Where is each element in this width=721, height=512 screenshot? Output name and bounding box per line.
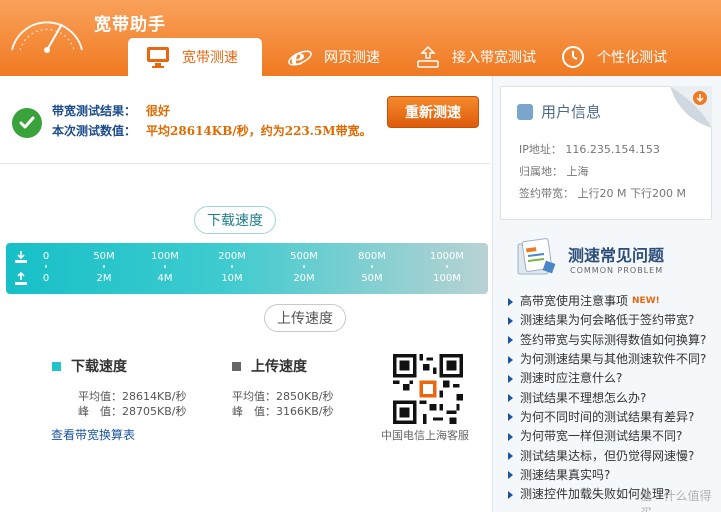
download-tick: 200M — [218, 251, 246, 262]
download-speed-bubble: 下载速度 — [194, 206, 276, 234]
faq-item[interactable]: 高带宽使用注意事项 NEW! — [508, 292, 706, 311]
user-info-icon — [517, 103, 533, 120]
monitor-icon — [144, 43, 172, 71]
faq-item[interactable]: 测速结果为何会略低于签约带宽? — [508, 311, 706, 330]
arrow-right-icon — [508, 490, 513, 499]
user-info-header: 用户信息 — [517, 101, 601, 122]
download-tick: 100M — [151, 251, 179, 262]
tab-access-bandwidth[interactable]: 接入带宽测试 — [410, 38, 550, 76]
new-badge: NEW! — [632, 296, 660, 307]
result-value-line: 本次测试数值： 平均28614KB/秒，约为223.5M带宽。 — [52, 122, 372, 139]
router-icon — [414, 43, 442, 71]
faq-item[interactable]: 为何带宽一样但测试结果不同? — [508, 427, 706, 446]
download-tick: 50M — [93, 251, 115, 262]
user-bandwidth: 签约带宽： 上行20 M 下行200 M — [519, 187, 686, 200]
bandwidth-conversion-link[interactable]: 查看带宽换算表 — [51, 426, 135, 443]
qr-code-icon — [393, 354, 463, 424]
user-ip: IP地址： 116.235.154.153 — [519, 143, 660, 156]
tab-label: 宽带测速 — [182, 50, 238, 66]
qr-code-caption: 中国电信上海客服 — [381, 429, 469, 442]
faq-item[interactable]: 为何不同时间的测试结果有差异? — [508, 408, 706, 427]
user-info-title: 用户信息 — [541, 103, 602, 121]
download-tick: 500M — [290, 251, 318, 262]
tab-broadband-speed[interactable]: 宽带测速 — [128, 38, 262, 76]
upload-legend-marker — [232, 361, 241, 371]
arrow-right-icon — [508, 432, 513, 441]
faq-subtitle: COMMON PROBLEM — [570, 266, 664, 275]
arrow-right-icon — [508, 471, 513, 480]
download-tick: 800M — [358, 251, 386, 262]
page-curl-download-icon[interactable] — [670, 86, 712, 128]
speedometer-logo-icon — [11, 21, 83, 53]
tab-webpage-speed[interactable]: e 网页测速 — [282, 38, 402, 76]
upload-scale-row: 0 2M 4M 10M 20M 50M 100M — [6, 270, 488, 290]
user-info-card: 用户信息 IP地址： 116.235.154.153 归属地： 上海 签约带宽：… — [500, 86, 712, 220]
app-header: 宽带助手 宽带测速 e 网页测速 接入带宽测试 个性化测试 — [0, 0, 721, 76]
tab-label: 接入带宽测试 — [452, 50, 536, 66]
arrow-right-icon — [508, 316, 513, 325]
download-stats-title: 下载速度 — [52, 356, 127, 376]
upload-tick: 100M — [433, 273, 461, 284]
upload-tick: 10M — [221, 273, 243, 284]
watermark: 值 · 什么值得买 — [640, 489, 712, 512]
retest-button[interactable]: 重新测速 — [387, 96, 479, 128]
tab-label: 个性化测试 — [597, 50, 667, 66]
download-peak: 峰 值：28705KB/秒 — [78, 405, 187, 418]
download-stats-label: 下载速度 — [71, 359, 127, 375]
app-title: 宽带助手 — [94, 15, 166, 35]
download-tick: 0 — [42, 251, 50, 262]
arrow-right-icon — [508, 336, 513, 345]
tab-custom-test[interactable]: 个性化测试 — [555, 38, 685, 76]
download-tick: 1000M — [429, 251, 465, 262]
arrow-right-icon — [508, 374, 513, 383]
result-rating-label: 带宽测试结果： — [52, 104, 137, 118]
arrow-right-icon — [508, 297, 513, 306]
result-value-text: 平均28614KB/秒，约为223.5M带宽。 — [146, 124, 372, 138]
faq-item[interactable]: 测试结果达标，但仍觉得网速慢? — [508, 446, 706, 465]
ie-browser-icon: e — [286, 43, 314, 71]
faq-item[interactable]: 为何测速结果与其他测速软件不同? — [508, 350, 706, 369]
download-scale-row: 0 50M 100M 200M 500M 800M 1000M — [6, 248, 488, 268]
faq-item[interactable]: 测速结果真实吗? — [508, 466, 706, 485]
download-avg: 平均值：28614KB/秒 — [78, 390, 187, 403]
upload-tick: 4M — [157, 273, 173, 284]
upload-avg: 平均值：2850KB/秒 — [232, 390, 334, 403]
upload-icon — [15, 272, 27, 285]
arrow-right-icon — [508, 394, 513, 403]
user-location: 归属地： 上海 — [519, 165, 589, 178]
faq-item[interactable]: 签约带宽与实际测得数值如何换算? — [508, 331, 706, 350]
tab-label: 网页测速 — [324, 50, 380, 66]
upload-speed-bubble: 上传速度 — [264, 304, 346, 332]
upload-stats-title: 上传速度 — [232, 356, 307, 376]
arrow-right-icon — [508, 413, 513, 422]
svg-text:e: e — [291, 45, 305, 70]
faq-list: 高带宽使用注意事项 NEW! 测速结果为何会略低于签约带宽? 签约带宽与实际测得数… — [508, 292, 706, 504]
download-legend-marker — [52, 361, 61, 371]
download-icon — [15, 251, 27, 263]
result-rating-value: 很好 — [146, 104, 171, 118]
success-check-icon — [12, 108, 42, 138]
upload-tick: 20M — [293, 273, 315, 284]
faq-title: 测速常见问题 — [568, 246, 665, 265]
faq-item[interactable]: 测速时应注意什么? — [508, 369, 706, 388]
result-panel: 带宽测试结果： 很好 本次测试数值： 平均28614KB/秒，约为223.5M带宽。… — [0, 76, 490, 164]
upload-peak: 峰 值：3166KB/秒 — [232, 405, 334, 418]
speed-scale-bar: 0 50M 100M 200M 500M 800M 1000M 0 2M 4M … — [6, 243, 488, 294]
upload-tick: 2M — [96, 273, 112, 284]
arrow-right-icon — [508, 452, 513, 461]
faq-document-icon — [517, 238, 556, 275]
faq-item[interactable]: 测试结果不理想怎么办? — [508, 388, 706, 407]
clock-icon — [559, 43, 587, 71]
result-value-label: 本次测试数值： — [52, 124, 137, 138]
arrow-right-icon — [508, 355, 513, 364]
upload-tick: 0 — [42, 273, 50, 284]
upload-tick: 50M — [361, 273, 383, 284]
result-rating-line: 带宽测试结果： 很好 — [52, 102, 170, 119]
faq-header: 测速常见问题 COMMON PROBLEM — [514, 238, 714, 282]
upload-stats-label: 上传速度 — [251, 359, 307, 375]
